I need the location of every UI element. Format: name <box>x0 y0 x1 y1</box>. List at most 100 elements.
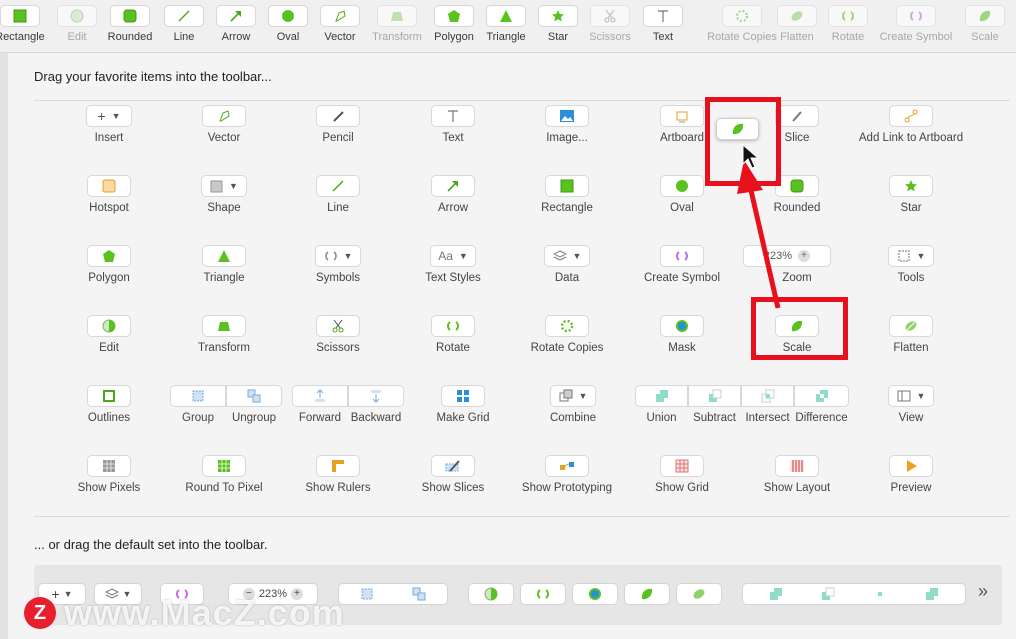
toolbar-item-vector[interactable]: Vector <box>314 5 366 43</box>
item-show-rulers[interactable]: Show Rulers <box>283 455 393 495</box>
item-polygon[interactable]: Polygon <box>54 245 164 285</box>
scale-icon <box>641 588 653 600</box>
toolbar-item-edit[interactable]: Edit <box>51 5 103 43</box>
slice-icon <box>792 111 802 122</box>
polygon-icon <box>103 250 115 262</box>
item-label: Image... <box>546 132 588 144</box>
toolbar-item-line[interactable]: Line <box>158 5 210 43</box>
item-flatten[interactable]: Flatten <box>856 315 966 355</box>
item-rotate[interactable]: Rotate <box>398 315 508 355</box>
item-union[interactable]: Union <box>635 385 688 425</box>
item-text-styles[interactable]: Aa ▼ Text Styles <box>398 245 508 285</box>
star-icon <box>905 180 917 192</box>
item-vector[interactable]: Vector <box>169 105 279 145</box>
toolbar-item-rounded[interactable]: Rounded <box>104 5 156 43</box>
toolbar-item-rectangle[interactable]: Rectangle <box>0 5 46 43</box>
toolbar-item-transform[interactable]: Transform <box>371 5 423 43</box>
toolbar-item-oval[interactable]: Oval <box>262 5 314 43</box>
item-hotspot[interactable]: Hotspot <box>54 175 164 215</box>
oval-icon <box>282 10 294 22</box>
item-label: Show Grid <box>655 482 709 494</box>
item-pencil[interactable]: Pencil <box>283 105 393 145</box>
item-symbols[interactable]: ▼ Symbols <box>283 245 393 285</box>
toolbar-item-scale[interactable]: Scale <box>959 5 1011 43</box>
toolbar-item-text[interactable]: Text <box>637 5 689 43</box>
default-edit-button <box>468 583 514 605</box>
item-backward[interactable]: Backward <box>348 385 404 425</box>
rotate-icon <box>537 589 549 599</box>
artboard-icon <box>676 111 688 123</box>
item-combine[interactable]: ▼ Combine <box>518 385 628 425</box>
window-edge <box>0 53 8 639</box>
toolbar-item-polygon[interactable]: Polygon <box>428 5 480 43</box>
toolbar-item-flatten[interactable]: Flatten <box>771 5 823 43</box>
scale-icon <box>979 10 991 22</box>
item-data[interactable]: ▼ Data <box>512 245 622 285</box>
scissors-icon <box>604 9 616 23</box>
item-show-grid[interactable]: Show Grid <box>627 455 737 495</box>
item-round-to-pixel[interactable]: Round To Pixel <box>169 455 279 495</box>
item-label: Vector <box>207 132 241 144</box>
item-label: Triangle <box>203 272 245 284</box>
toolbar-item-star[interactable]: Star <box>532 5 584 43</box>
toolbar-item-scissors[interactable]: Scissors <box>584 5 636 43</box>
item-preview[interactable]: Preview <box>856 455 966 495</box>
item-tools[interactable]: ▼ Tools <box>856 245 966 285</box>
vector-icon <box>335 10 346 22</box>
item-rotate-copies[interactable]: Rotate Copies <box>512 315 622 355</box>
toolbar-label: Text <box>652 31 674 43</box>
item-outlines[interactable]: Outlines <box>54 385 164 425</box>
outlines-icon <box>103 390 115 402</box>
item-label: Rotate Copies <box>530 342 604 354</box>
edit-icon <box>70 9 84 23</box>
item-transform[interactable]: Transform <box>169 315 279 355</box>
flatten-icon <box>693 589 705 599</box>
item-forward[interactable]: Forward <box>292 385 348 425</box>
subtract-icon <box>822 587 835 600</box>
item-line[interactable]: Line <box>283 175 393 215</box>
item-ungroup[interactable]: Ungroup <box>226 385 282 425</box>
show-layout-icon <box>790 460 804 472</box>
toolbar-item-arrow[interactable]: Arrow <box>210 5 262 43</box>
overflow-chevron-icon[interactable]: » <box>978 581 988 602</box>
show-grid-icon <box>675 459 689 473</box>
mask-icon <box>589 588 601 600</box>
item-make-grid[interactable]: Make Grid <box>408 385 518 425</box>
default-rotate-button <box>520 583 566 605</box>
item-image[interactable]: Image... <box>512 105 622 145</box>
toolbar-item-triangle[interactable]: Triangle <box>480 5 532 43</box>
watermark-text: www.MacZ.com <box>64 592 345 633</box>
item-add-link-to-artboard[interactable]: Add Link to Artboard <box>856 105 966 145</box>
item-group[interactable]: Group <box>170 385 226 425</box>
item-label: Data <box>554 272 580 284</box>
item-show-pixels[interactable]: Show Pixels <box>54 455 164 495</box>
scale-icon <box>732 123 743 135</box>
item-subtract[interactable]: Subtract <box>688 385 741 425</box>
item-shape[interactable]: ▼ Shape <box>169 175 279 215</box>
item-show-prototyping[interactable]: Show Prototyping <box>512 455 622 495</box>
item-view[interactable]: ▼ View <box>856 385 966 425</box>
watermark-logo: Z <box>24 597 56 629</box>
toolbar-item-rotate[interactable]: Rotate <box>822 5 874 43</box>
toolbar-label: Oval <box>276 31 300 43</box>
item-intersect[interactable]: Intersect <box>741 385 794 425</box>
toolbar-item-create-symbol[interactable]: Create Symbol <box>876 5 956 43</box>
rotate-icon <box>447 321 459 331</box>
item-difference[interactable]: Difference <box>794 385 849 425</box>
item-show-slices[interactable]: Show Slices <box>398 455 508 495</box>
item-edit[interactable]: Edit <box>54 315 164 355</box>
item-mask[interactable]: Mask <box>627 315 737 355</box>
item-triangle[interactable]: Triangle <box>169 245 279 285</box>
item-rectangle[interactable]: Rectangle <box>512 175 622 215</box>
item-scissors[interactable]: Scissors <box>283 315 393 355</box>
item-show-layout[interactable]: Show Layout <box>742 455 852 495</box>
toolbar-label: Triangle <box>486 31 526 43</box>
toolbar-item-rotate-copies[interactable]: Rotate Copies <box>704 5 780 43</box>
item-insert[interactable]: + ▼ Insert <box>54 105 164 145</box>
item-star[interactable]: Star <box>856 175 966 215</box>
shape-icon <box>210 180 223 192</box>
item-arrow[interactable]: Arrow <box>398 175 508 215</box>
item-label: Arrow <box>437 202 469 214</box>
item-text[interactable]: Text <box>398 105 508 145</box>
toolbar-label: Rounded <box>107 31 153 43</box>
